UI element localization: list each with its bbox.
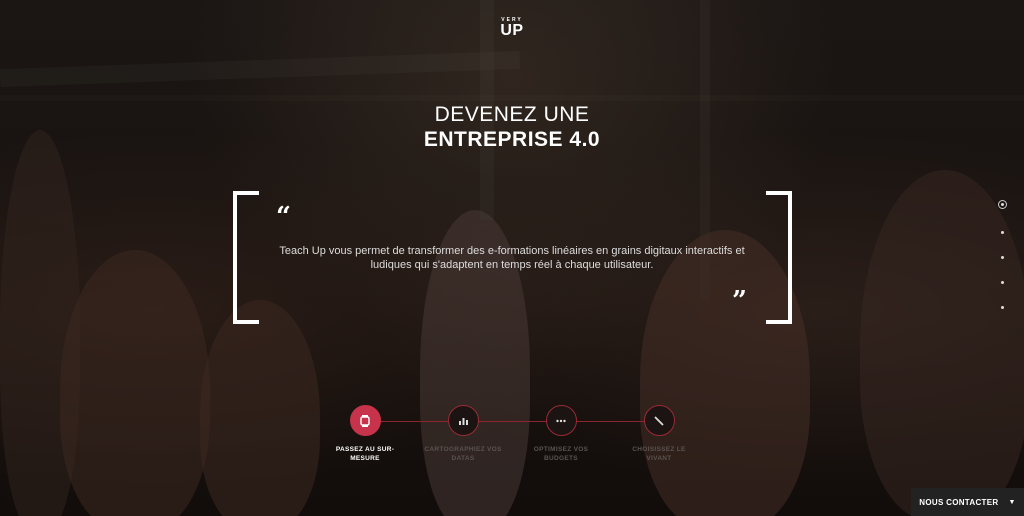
pen-icon (643, 405, 675, 436)
step-label: PASSEZ AU SUR-MESURE (335, 446, 395, 462)
left-bracket (233, 191, 259, 324)
nav-dot-5[interactable] (1000, 306, 1004, 309)
right-bracket (766, 191, 792, 324)
steps-connector-line (365, 421, 660, 422)
step-choisissez[interactable]: CHOISISSEZ LE VIVANT (619, 405, 699, 463)
contact-label: NOUS CONTACTER (919, 497, 999, 507)
step-cartographiez[interactable]: CARTOGRAPHIEZ VOS DATAS (423, 405, 503, 463)
step-label: CARTOGRAPHIEZ VOS DATAS (424, 446, 502, 462)
logo-big-text: UP (500, 22, 524, 39)
watch-icon (349, 405, 381, 436)
quote-text: Teach Up vous permet de transformer des … (279, 245, 745, 271)
ellipsis-icon (545, 405, 577, 436)
nav-dot-1[interactable] (997, 200, 1007, 209)
caret-down-icon: ▼ (1008, 498, 1016, 506)
contact-button[interactable]: NOUS CONTACTER ▼ (911, 488, 1024, 516)
section-nav-dots (997, 200, 1007, 331)
bar-chart-icon (447, 405, 479, 436)
title-line-1: DEVENEZ UNE (434, 103, 590, 126)
title-line-2: ENTREPRISE 4.0 (423, 128, 601, 151)
logo[interactable]: VERY UP (0, 18, 1024, 39)
page-title: DEVENEZ UNE ENTREPRISE 4.0 (0, 103, 1024, 153)
step-optimisez[interactable]: OPTIMISEZ VOS BUDGETS (521, 405, 601, 463)
nav-dot-4[interactable] (1000, 281, 1004, 284)
open-quote-icon: “ (276, 202, 291, 232)
step-label: CHOISISSEZ LE VIVANT (632, 446, 686, 462)
close-quote-icon: ” (732, 286, 747, 316)
step-label: OPTIMISEZ VOS BUDGETS (533, 446, 589, 462)
nav-dot-3[interactable] (1000, 256, 1004, 259)
nav-dot-2[interactable] (1000, 231, 1004, 234)
step-sur-mesure[interactable]: PASSEZ AU SUR-MESURE (325, 405, 405, 463)
